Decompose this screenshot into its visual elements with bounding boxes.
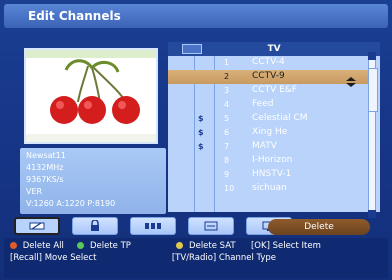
channel-name: CCTV-4 bbox=[252, 57, 285, 67]
channel-row[interactable]: 1 CCTV-4 bbox=[168, 56, 368, 70]
delete-all-hint: Delete All bbox=[10, 241, 67, 251]
info-pids: V:1260 A:1220 P:8190 bbox=[26, 199, 116, 208]
channel-name: I-Horizon bbox=[252, 155, 293, 165]
channel-name: CCTV E&F bbox=[252, 85, 297, 95]
channel-row[interactable]: 3 CCTV E&F bbox=[168, 84, 368, 98]
channel-list-scrollbar[interactable] bbox=[368, 52, 378, 218]
channel-name: CCTV-9 bbox=[252, 71, 285, 81]
title-bar: Edit Channels bbox=[4, 4, 388, 28]
channel-number: 9 bbox=[224, 170, 230, 179]
cherries-image bbox=[26, 50, 156, 142]
info-frequency: 4132MHz bbox=[26, 163, 64, 172]
info-polarity: VER bbox=[26, 187, 43, 196]
channel-number: 2 bbox=[224, 72, 230, 81]
channel-name: Xing He bbox=[252, 127, 288, 137]
scrambled-icon: $ bbox=[198, 114, 204, 123]
channel-preview bbox=[24, 48, 158, 144]
channel-list-header: TV bbox=[168, 42, 380, 56]
info-symbol-rate: 9367KS/s bbox=[26, 175, 64, 184]
channel-number: 3 bbox=[224, 86, 230, 95]
scroll-up-icon[interactable] bbox=[368, 52, 376, 60]
yellow-key-icon bbox=[176, 242, 184, 249]
channel-row[interactable]: 10 sichuan bbox=[168, 182, 368, 196]
select-item-hint: [OK] Select Item bbox=[250, 241, 321, 251]
lock-icon bbox=[91, 220, 99, 231]
scrambled-icon: $ bbox=[198, 142, 204, 151]
channel-name: MATV bbox=[252, 141, 277, 151]
window-title: Edit Channels bbox=[28, 9, 121, 23]
info-satellite: Newsat11 bbox=[26, 151, 66, 160]
scroll-down-icon[interactable] bbox=[368, 210, 376, 218]
channel-row[interactable]: $7 MATV bbox=[168, 140, 368, 154]
edit-tool-button[interactable] bbox=[14, 217, 60, 235]
channel-list-panel: TV 1 CCTV-4 2 CCTV-9 3 CCTV E&F 4 Feed $5 Celesti… bbox=[168, 42, 380, 212]
key-legend: Delete All Delete TP Delete SAT [OK] Sel… bbox=[4, 238, 388, 278]
channel-number: 8 bbox=[224, 156, 230, 165]
move-icon bbox=[145, 223, 161, 229]
eraser-icon bbox=[29, 222, 45, 230]
channel-row[interactable]: 4 Feed bbox=[168, 98, 368, 112]
channel-row[interactable]: 9 HNSTV-1 bbox=[168, 168, 368, 182]
scrambled-icon: $ bbox=[198, 128, 204, 137]
move-tool-button[interactable] bbox=[130, 217, 176, 235]
channel-list-title: TV bbox=[267, 44, 281, 54]
channel-row[interactable]: $6 Xing He bbox=[168, 126, 368, 140]
channel-name: Feed bbox=[252, 99, 274, 109]
channel-number: 7 bbox=[224, 142, 230, 151]
channel-type-hint: [TV/Radio] Channel Type bbox=[171, 253, 277, 263]
rename-tool-button[interactable] bbox=[188, 217, 234, 235]
delete-tp-hint: Delete TP bbox=[77, 241, 133, 251]
channel-name: HNSTV-1 bbox=[252, 169, 292, 179]
lock-tool-button[interactable] bbox=[72, 217, 118, 235]
move-arrows-icon bbox=[344, 72, 358, 87]
channel-name: sichuan bbox=[252, 183, 287, 193]
channel-number: 4 bbox=[224, 100, 230, 109]
channel-row[interactable]: 2 CCTV-9 bbox=[168, 70, 368, 87]
green-key-icon bbox=[77, 242, 85, 249]
channel-number: 5 bbox=[224, 114, 230, 123]
delete-button[interactable]: Delete bbox=[268, 219, 370, 235]
channel-info-panel: Newsat11 4132MHz 9367KS/s VER V:1260 A:1… bbox=[20, 148, 166, 214]
rename-icon bbox=[204, 221, 218, 231]
channel-number: 6 bbox=[224, 128, 230, 137]
scroll-thumb[interactable] bbox=[368, 68, 378, 112]
delete-sat-hint: Delete SAT bbox=[176, 241, 238, 251]
channel-row[interactable]: $5 Celestial CM bbox=[168, 112, 368, 126]
channel-number: 1 bbox=[224, 58, 230, 67]
move-select-hint: [Recall] Move Select bbox=[10, 253, 97, 263]
edit-channels-screen: Edit Channels Newsat11 4132MHz 9367KS/s … bbox=[0, 0, 392, 280]
channel-number: 10 bbox=[224, 184, 235, 193]
red-key-icon bbox=[10, 242, 17, 249]
channel-name: Celestial CM bbox=[252, 113, 308, 123]
channel-row[interactable]: 8 I-Horizon bbox=[168, 154, 368, 168]
